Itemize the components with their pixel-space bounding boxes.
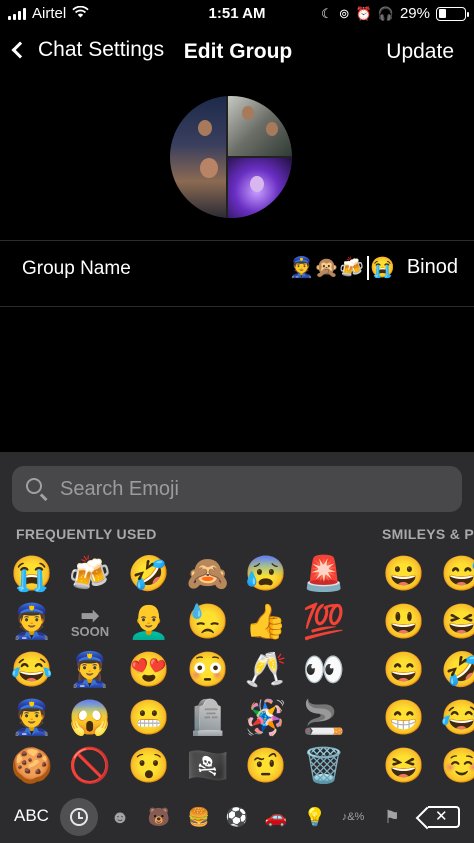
group-name-emoji-crying: 😭 xyxy=(369,257,395,279)
emoji-key[interactable]: 😆 xyxy=(376,742,432,790)
emoji-key[interactable]: 👨‍🦲 xyxy=(121,598,177,646)
back-label: Chat Settings xyxy=(38,38,165,61)
section-smileys: SMILEYS & P xyxy=(382,526,474,542)
food-icon[interactable]: 🍔 xyxy=(182,800,216,834)
emoji-key[interactable]: 😆 xyxy=(434,598,474,646)
emoji-key[interactable]: 😬 xyxy=(121,694,177,742)
emoji-key[interactable]: 😄 xyxy=(376,646,432,694)
emoji-key[interactable]: 👍 xyxy=(238,598,294,646)
bear-icon[interactable]: 🐻 xyxy=(142,800,176,834)
emoji-keyboard: FREQUENTLY USED SMILEYS & P 😭🍻🤣🙈😰🚨👮➡SOON… xyxy=(0,452,474,843)
status-right: ☾ ⊚ ⏰ 🎧 29% xyxy=(321,5,469,22)
clock-face xyxy=(70,808,88,826)
emoji-key[interactable]: 😳 xyxy=(180,646,236,694)
clock-icon[interactable] xyxy=(60,798,98,836)
bulb-icon[interactable]: 💡 xyxy=(298,800,332,834)
emoji-search-bar[interactable] xyxy=(12,466,462,512)
smiley-icon[interactable]: ☻ xyxy=(103,800,137,834)
emoji-key[interactable]: 😂 xyxy=(434,694,474,742)
emoji-key[interactable]: 🚫 xyxy=(62,742,118,790)
emoji-key[interactable]: 😱 xyxy=(62,694,118,742)
battery-fill xyxy=(438,9,446,18)
divider xyxy=(0,240,474,241)
keyboard-bottom-bar: ABC ☻ 🐻 🍔 ⚽ 🚗 💡 ♪&% ⚑ ✕ xyxy=(0,792,474,843)
emoji-key[interactable]: 👮 xyxy=(4,694,60,742)
emoji-key[interactable]: 😭 xyxy=(4,550,60,598)
text-cursor xyxy=(366,255,369,280)
emoji-key[interactable]: 🤨 xyxy=(238,742,294,790)
emoji-key[interactable]: 👮‍♀️ xyxy=(62,646,118,694)
emoji-key[interactable]: 🤣 xyxy=(121,550,177,598)
update-button[interactable]: Update xyxy=(386,40,454,64)
rotation-lock-icon: ⊚ xyxy=(338,5,350,21)
ball-icon[interactable]: ⚽ xyxy=(220,800,254,834)
group-name-text: Binod xyxy=(406,256,458,278)
status-bar: Airtel 1:51 AM ☾ ⊚ ⏰ 🎧 29% xyxy=(0,0,474,28)
emoji-key[interactable]: 🍪 xyxy=(4,742,60,790)
emoji-key[interactable]: 🤣 xyxy=(434,646,474,694)
nav-bar: Chat Settings Edit Group Update xyxy=(0,28,474,80)
emoji-key[interactable]: 🍻 xyxy=(62,550,118,598)
emoji-key[interactable]: 😯 xyxy=(121,742,177,790)
group-name-emojis: 👮🙊🍻 xyxy=(289,257,364,279)
emoji-search-input[interactable] xyxy=(60,466,450,512)
emoji-key[interactable]: 😁 xyxy=(376,694,432,742)
emoji-key[interactable]: 😅 xyxy=(434,550,474,598)
emoji-key[interactable]: 🏴‍☠️ xyxy=(180,742,236,790)
group-avatar[interactable] xyxy=(170,96,292,218)
search-icon xyxy=(26,478,42,494)
emoji-key[interactable]: 😓 xyxy=(180,598,236,646)
emoji-key[interactable]: 🙈 xyxy=(180,550,236,598)
flag-icon[interactable]: ⚑ xyxy=(375,800,409,834)
delete-icon: ✕ xyxy=(435,808,448,825)
emoji-key[interactable]: 🗑️ xyxy=(296,742,352,790)
emoji-key[interactable]: 😃 xyxy=(376,598,432,646)
alarm-icon: ⏰ xyxy=(355,5,372,21)
section-frequently-used: FREQUENTLY USED xyxy=(16,526,157,542)
page-title-text: Edit Group xyxy=(183,40,293,63)
divider xyxy=(0,306,474,307)
emoji-key[interactable]: 👮 xyxy=(4,598,60,646)
emoji-key[interactable]: 😰 xyxy=(238,550,294,598)
emoji-key[interactable]: 🚨 xyxy=(296,550,352,598)
emoji-key[interactable]: 🥂 xyxy=(238,646,294,694)
battery-icon xyxy=(436,6,469,21)
group-name-input[interactable]: 👮🙊🍻 😭 Binod xyxy=(289,255,458,280)
soon-label: SOON xyxy=(70,624,110,640)
moon-icon: ☾ xyxy=(321,5,333,21)
back-button[interactable]: Chat Settings xyxy=(10,38,164,62)
emoji-key[interactable]: 🪦 xyxy=(180,694,236,742)
symbols-icon[interactable]: ♪&% xyxy=(336,800,370,834)
emoji-key[interactable]: ☺️ xyxy=(434,742,474,790)
avatar-photo-3 xyxy=(228,158,292,218)
headphones-icon: 🎧 xyxy=(377,5,394,21)
group-name-label: Group Name xyxy=(22,258,131,279)
abc-button[interactable]: ABC xyxy=(14,806,49,826)
emoji-key[interactable]: 🪅 xyxy=(238,694,294,742)
emoji-key[interactable]: 😍 xyxy=(121,646,177,694)
delete-button[interactable]: ✕ xyxy=(428,806,460,828)
emoji-key[interactable]: 😀 xyxy=(376,550,432,598)
chevron-left-icon xyxy=(11,41,29,59)
arrow-right-icon: ➡ xyxy=(80,602,100,628)
avatar-photo-2 xyxy=(228,96,292,156)
car-icon[interactable]: 🚗 xyxy=(259,800,293,834)
emoji-soon-arrow[interactable]: ➡ SOON xyxy=(62,598,118,646)
emoji-key[interactable]: 😂 xyxy=(4,646,60,694)
emoji-key[interactable]: 👀 xyxy=(296,646,352,694)
battery-percent: 29% xyxy=(399,5,430,22)
avatar-photo-1 xyxy=(170,96,226,218)
emoji-key[interactable]: 🚬 xyxy=(296,694,352,742)
emoji-key[interactable]: 💯 xyxy=(296,598,352,646)
